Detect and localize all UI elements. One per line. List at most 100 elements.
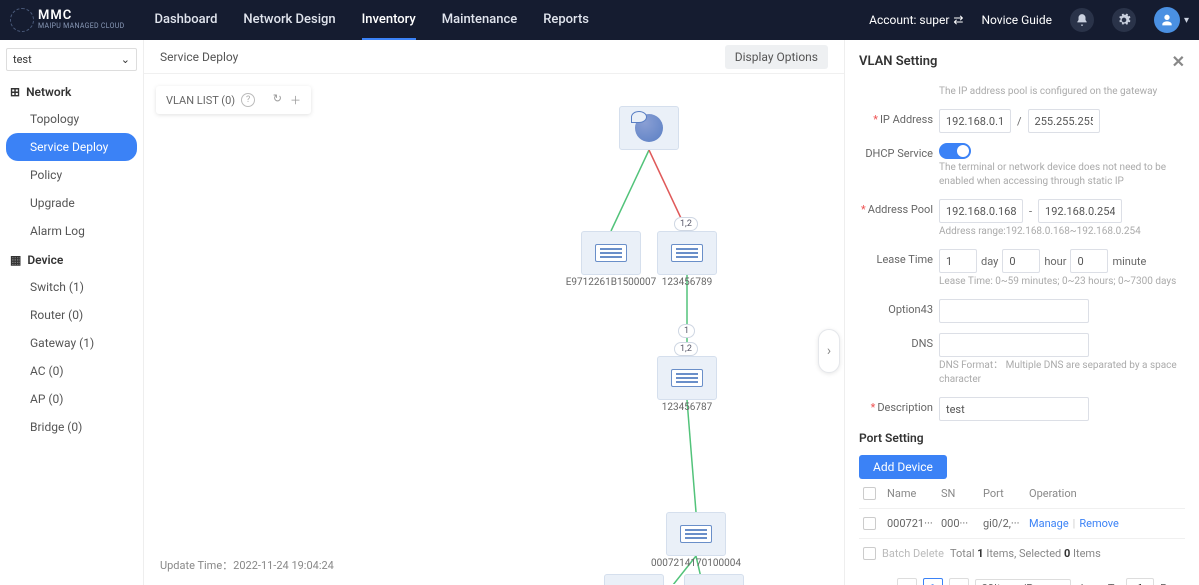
page-size-select[interactable]: 20Items/Page⌄ [975,579,1072,585]
device-node-4[interactable] [604,574,664,585]
dhcp-hint: The terminal or network device does not … [939,161,1185,189]
description-input[interactable] [939,397,1089,421]
close-icon[interactable]: ✕ [1172,52,1185,71]
th-sn: SN [941,487,983,500]
device-label-3: 0007214170100004 [626,558,766,569]
device-node-1[interactable] [657,231,717,275]
sidebar-item-ac[interactable]: AC (0) [6,357,137,385]
link-pill-2: 1,2 [674,342,698,356]
lease-day-input[interactable] [939,249,977,273]
switch-icon [595,244,627,262]
account-menu[interactable]: Account: super ⇄ [869,13,963,27]
device-node-2[interactable] [657,356,717,400]
chevron-down-icon: ⌄ [121,53,130,66]
ip-address-input[interactable] [939,109,1011,133]
sidebar-item-ap[interactable]: AP (0) [6,385,137,413]
sidebar-group-device[interactable]: ▦Device [6,247,137,273]
switch-icon [671,244,703,262]
grid-icon: ▦ [10,253,21,267]
brand-logo: MMC MAIPU MANAGED CLOUD [10,8,145,32]
tenant-select[interactable]: test⌄ [6,48,137,71]
sidebar-item-policy[interactable]: Policy [6,161,137,189]
th-name: Name [887,487,941,500]
sidebar-item-gateway[interactable]: Gateway (1) [6,329,137,357]
add-device-button[interactable]: Add Device [859,455,947,479]
batch-row: Batch Delete Total 1 Items, Selected 0 I… [859,539,1185,568]
bell-icon[interactable] [1070,8,1094,32]
device-node-5[interactable] [684,574,744,585]
map-icon: ⊞ [10,85,20,99]
link-pill-1: 1 [678,324,695,338]
device-node-0[interactable] [581,231,641,275]
cell-port: gi0/2,··· [983,517,1029,530]
prev-page-button[interactable]: ‹ [897,578,917,585]
swap-icon: ⇄ [953,13,963,27]
vlan-setting-panel: VLAN Setting ✕ The IP address pool is co… [844,40,1199,585]
link-pill-0: 1,2 [674,217,698,231]
option43-input[interactable] [939,299,1089,323]
panel-title: VLAN Setting [859,54,937,69]
dns-hint: DNS Format： Multiple DNS are separated b… [939,359,1185,387]
dns-input[interactable] [939,333,1089,357]
sidebar-item-service-deploy[interactable]: Service Deploy [6,133,137,161]
dhcp-toggle[interactable] [939,143,971,159]
cloud-node[interactable] [619,106,679,150]
topology-canvas[interactable]: VLAN LIST (0) ? ↻ ＋ E9712261B1500007 123… [144,74,844,585]
batch-checkbox[interactable] [863,547,876,560]
manage-link[interactable]: Manage [1029,517,1069,530]
range-to-input[interactable] [1038,199,1122,223]
pager: ‹ 1 › 20Items/Page⌄ Jump To Page [859,578,1185,585]
sidebar: test⌄ ⊞Network Topology Service Deploy P… [0,40,144,585]
switch-icon [671,369,703,387]
nav-network-design[interactable]: Network Design [243,1,335,40]
sidebar-item-alarm-log[interactable]: Alarm Log [6,217,137,245]
sidebar-item-router[interactable]: Router (0) [6,301,137,329]
row-checkbox[interactable] [863,517,876,530]
sidebar-item-topology[interactable]: Topology [6,105,137,133]
select-all-checkbox[interactable] [863,487,876,500]
top-nav: Dashboard Network Design Inventory Maint… [155,1,589,40]
brand-name: MMC [38,9,125,23]
switch-icon [680,525,712,543]
lease-hour-input[interactable] [1002,249,1040,273]
nav-dashboard[interactable]: Dashboard [155,1,218,40]
update-time: Update Time：2022-11-24 19:04:24 [160,557,334,573]
th-operation: Operation [1029,487,1181,500]
page-label: Page [1160,582,1185,585]
table-row: 000721··· 000··· gi0/2,··· Manage|Remove [859,509,1185,539]
topology-links [144,74,824,584]
sidebar-group-network[interactable]: ⊞Network [6,79,137,105]
remove-link[interactable]: Remove [1079,517,1119,530]
next-page-button[interactable]: › [949,578,969,585]
lease-min-input[interactable] [1070,249,1108,273]
gear-icon[interactable] [1112,8,1136,32]
chevron-down-icon: ▾ [1184,15,1189,26]
page-1-button[interactable]: 1 [923,578,943,585]
chevron-down-icon: ⌄ [1055,582,1064,585]
device-label-2: 123456787 [617,402,757,413]
expand-panel-button[interactable]: › [818,329,840,373]
display-options-button[interactable]: Display Options [725,45,828,69]
user-menu[interactable]: ▾ [1154,7,1189,33]
cell-name: 000721··· [887,517,941,530]
pool-hint: The IP address pool is configured on the… [939,85,1185,99]
sidebar-item-switch[interactable]: Switch (1) [6,273,137,301]
nav-inventory[interactable]: Inventory [362,1,416,40]
device-label-1: 123456789 [617,277,757,288]
sidebar-item-upgrade[interactable]: Upgrade [6,189,137,217]
novice-guide-link[interactable]: Novice Guide [981,13,1052,27]
port-table: Name SN Port Operation 000721··· 000··· … [859,479,1185,539]
device-node-3[interactable] [666,512,726,556]
sidebar-item-bridge[interactable]: Bridge (0) [6,413,137,441]
range-hint: Address range:192.168.0.168~192.168.0.25… [939,225,1185,239]
ip-mask-input[interactable] [1028,109,1100,133]
range-from-input[interactable] [939,199,1023,223]
brand-sub: MAIPU MANAGED CLOUD [38,23,125,31]
nav-reports[interactable]: Reports [543,1,589,40]
cell-sn: 000··· [941,517,983,530]
batch-delete-link[interactable]: Batch Delete [882,547,944,560]
nav-maintenance[interactable]: Maintenance [442,1,517,40]
chevron-right-icon: › [827,343,831,359]
jump-to-input[interactable] [1126,578,1154,585]
jump-to-label: Jump To [1077,582,1120,585]
